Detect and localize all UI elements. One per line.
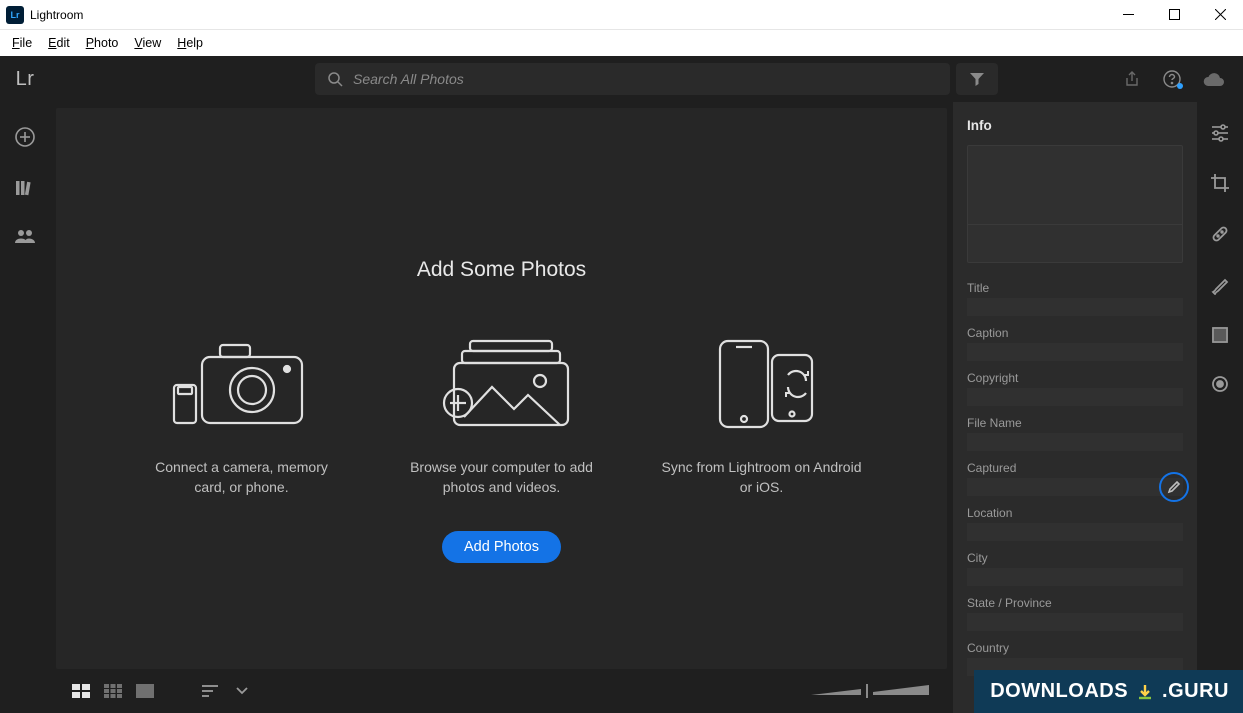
library-icon [15,179,35,197]
help-button[interactable] [1163,70,1181,88]
card-caption: Connect a camera, memory card, or phone. [142,458,342,497]
grid-large-icon [72,684,90,698]
share-button[interactable] [1123,70,1141,88]
window-close-button[interactable] [1197,0,1243,30]
watermark-text-left: DOWNLOADS [990,680,1128,703]
crop-button[interactable] [1210,173,1230,198]
menu-file[interactable]: File [4,34,40,52]
window-title: Lightroom [30,8,83,22]
right-rail [1197,102,1243,713]
bandage-icon [1210,224,1230,244]
pencil-icon [1167,480,1181,494]
radial-icon [1211,375,1229,393]
lightroom-logo[interactable]: Lr [0,68,50,91]
field-label-title: Title [967,281,1183,295]
sliders-icon [1210,124,1230,142]
window-maximize-button[interactable] [1151,0,1197,30]
crop-icon [1210,173,1230,193]
healing-button[interactable] [1210,224,1230,249]
empty-state-heading: Add Some Photos [417,258,586,282]
card-browse-computer: Browse your computer to add photos and v… [402,322,602,497]
brush-icon [1210,275,1230,295]
card-connect-device: Connect a camera, memory card, or phone. [142,322,342,497]
grid-small-button[interactable] [104,684,122,698]
field-input-captured[interactable] [967,478,1183,496]
field-input-title[interactable] [967,298,1183,316]
chevron-down-icon [236,687,248,695]
card-sync-mobile: Sync from Lightroom on Android or iOS. [662,322,862,497]
search-placeholder: Search All Photos [353,71,464,87]
linear-gradient-button[interactable] [1211,326,1229,349]
people-rail-button[interactable] [14,228,36,249]
sort-button[interactable] [202,684,222,698]
field-label-city: City [967,551,1183,565]
field-label-captured: Captured [967,461,1183,475]
bottom-toolbar [56,669,947,713]
edit-captured-button[interactable] [1159,472,1189,502]
field-label-location: Location [967,506,1183,520]
phone-sync-icon [692,337,832,432]
zoom-slider-icon [811,681,931,701]
field-input-state[interactable] [967,613,1183,631]
field-input-location[interactable] [967,523,1183,541]
field-label-filename: File Name [967,416,1183,430]
thumbnail-size-slider[interactable] [811,681,931,701]
cloud-icon [1203,71,1225,87]
field-input-caption[interactable] [967,343,1183,361]
field-label-copyright: Copyright [967,371,1183,385]
watermark-text-right: .GURU [1162,680,1229,703]
window-titlebar: Lr Lightroom [0,0,1243,30]
field-label-caption: Caption [967,326,1183,340]
field-input-city[interactable] [967,568,1183,586]
filter-button[interactable] [956,63,998,95]
plus-circle-icon [14,126,36,148]
brush-button[interactable] [1210,275,1230,300]
field-input-filename[interactable] [967,433,1183,451]
main-canvas: Add Some Photos [56,108,947,669]
single-view-button[interactable] [136,684,154,698]
sort-dropdown[interactable] [236,687,248,695]
grid-small-icon [104,684,122,698]
radial-gradient-button[interactable] [1211,375,1229,398]
single-icon [136,684,154,698]
notification-dot [1177,83,1183,89]
window-minimize-button[interactable] [1105,0,1151,30]
menu-view[interactable]: View [126,34,169,52]
info-preview-box [967,145,1183,263]
search-icon [327,71,343,87]
grid-view-button[interactable] [72,684,90,698]
field-input-copyright[interactable] [967,388,1183,406]
search-input[interactable]: Search All Photos [315,63,950,95]
library-rail-button[interactable] [15,179,35,202]
menu-help[interactable]: Help [169,34,211,52]
menu-bar: File Edit Photo View Help [0,30,1243,56]
field-label-state: State / Province [967,596,1183,610]
sort-icon [202,684,222,698]
card-caption: Sync from Lightroom on Android or iOS. [662,458,862,497]
image-stack-icon [432,337,572,432]
info-panel-title: Info [967,118,1183,133]
cloud-sync-button[interactable] [1203,71,1225,87]
menu-photo[interactable]: Photo [78,34,127,52]
share-icon [1123,70,1141,88]
info-panel: Info Title Caption Copyright File Name C… [953,102,1197,713]
people-icon [14,228,36,244]
menu-edit[interactable]: Edit [40,34,78,52]
field-label-country: Country [967,641,1183,655]
left-rail [0,102,50,713]
app-topbar: Lr Search All Photos [0,56,1243,102]
card-caption: Browse your computer to add photos and v… [402,458,602,497]
watermark-overlay: DOWNLOADS .GURU [974,670,1243,713]
add-photos-button[interactable]: Add Photos [442,531,561,563]
download-arrow-icon [1136,683,1154,701]
edit-sliders-button[interactable] [1210,124,1230,147]
funnel-icon [969,71,985,87]
square-icon [1211,326,1229,344]
camera-icon [172,337,312,432]
add-photos-rail-button[interactable] [14,126,36,153]
app-icon: Lr [6,6,24,24]
